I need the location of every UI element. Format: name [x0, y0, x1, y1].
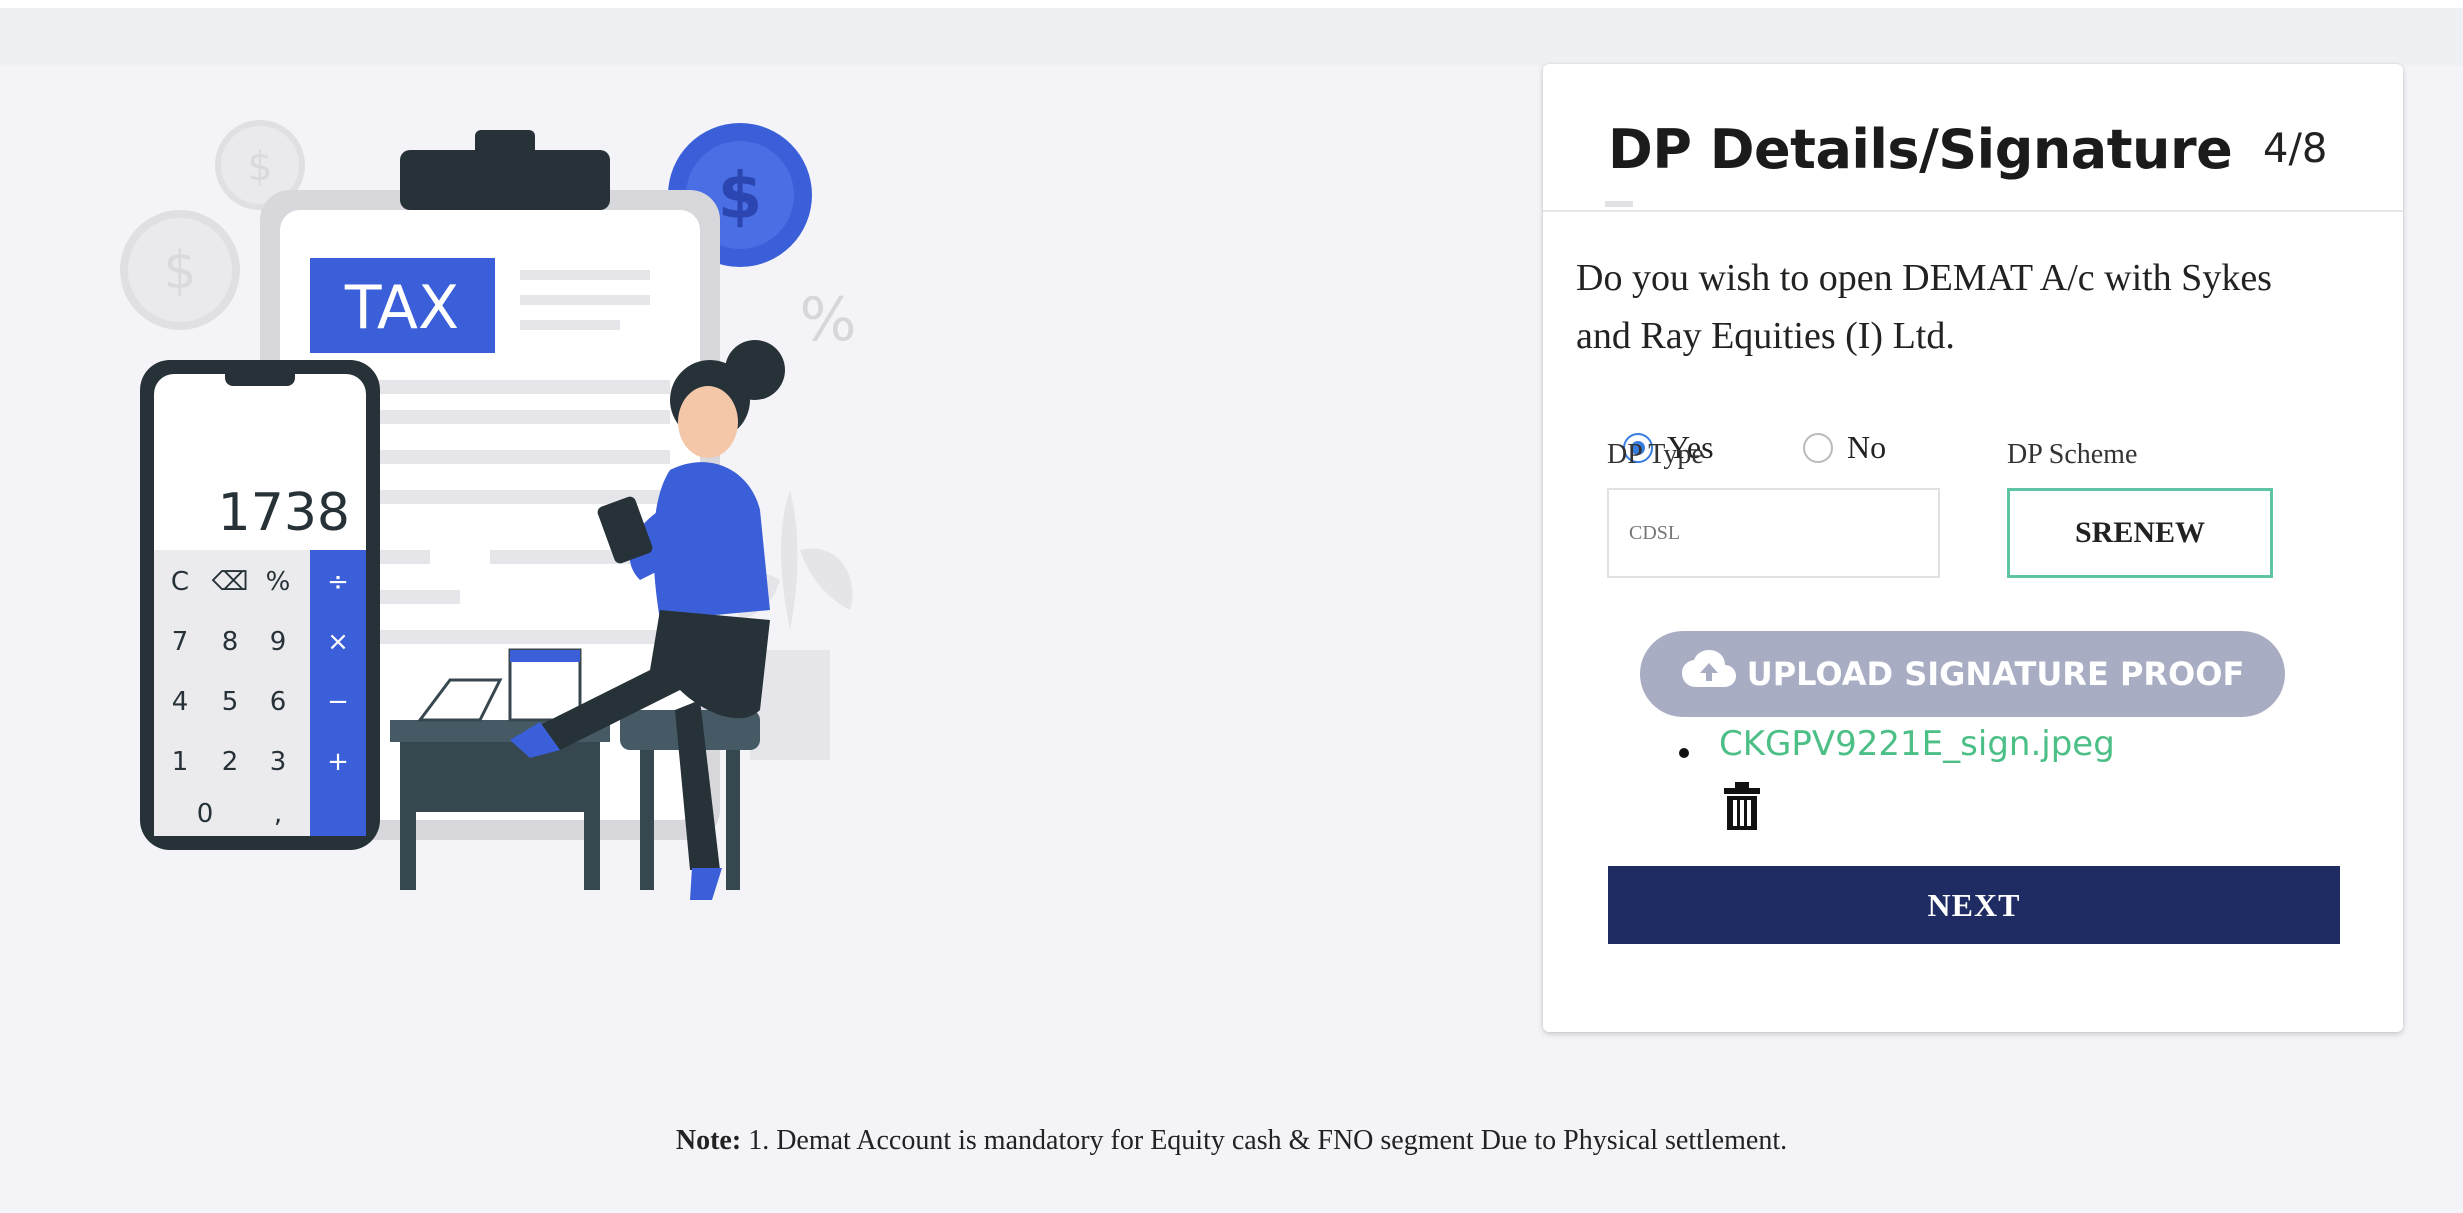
step-indicator: 4/8 — [2263, 126, 2328, 172]
svg-text:7: 7 — [172, 627, 189, 657]
footer-note: Note: 1. Demat Account is mandatory for … — [0, 1125, 2463, 1157]
card-header: DP Details/Signature 4/8 — [1543, 64, 2403, 212]
next-button[interactable]: NEXT — [1608, 866, 2340, 944]
uploaded-file-link[interactable]: CKGPV9221E_sign.jpeg — [1719, 724, 2115, 764]
svg-text:5: 5 — [222, 687, 239, 717]
svg-text:+: + — [327, 747, 349, 777]
svg-text:8: 8 — [222, 627, 239, 657]
svg-text:⌫: ⌫ — [212, 567, 249, 597]
title-underline — [1605, 201, 1633, 207]
svg-text:TAX: TAX — [344, 273, 459, 343]
dp-type-field[interactable]: CDSL — [1607, 488, 1940, 578]
top-edge — [0, 0, 2463, 8]
svg-text:1738: 1738 — [218, 483, 350, 543]
trash-icon[interactable] — [1723, 782, 1761, 830]
radio-no-label: No — [1847, 429, 1887, 465]
note-text: 1. Demat Account is mandatory for Equity… — [741, 1125, 1788, 1156]
svg-text:1: 1 — [172, 747, 189, 777]
svg-text:$: $ — [163, 241, 196, 301]
note-label: Note: — [675, 1125, 742, 1156]
svg-text:6: 6 — [270, 687, 287, 717]
svg-text:×: × — [327, 627, 349, 657]
svg-text:$: $ — [247, 144, 272, 190]
radio-no-circle[interactable] — [1803, 432, 1833, 463]
svg-text:%: % — [266, 567, 291, 597]
tax-illustration: $ $ $ % TAX 1738 C ⌫ % ÷ 7 8 9 × 4 5 6 −… — [120, 120, 857, 900]
svg-text:C: C — [171, 567, 189, 597]
calculator-phone-icon: 1738 C ⌫ % ÷ 7 8 9 × 4 5 6 − 1 2 3 + 0 , — [140, 360, 380, 850]
radio-no[interactable]: No — [1803, 429, 1886, 466]
list-bullet — [1679, 748, 1689, 758]
demat-question: Do you wish to open DEMAT A/c with Sykes… — [1576, 257, 2272, 357]
percent-icon: % — [799, 285, 856, 355]
svg-text:0: 0 — [197, 799, 214, 829]
coin-icon: $ — [120, 210, 240, 330]
svg-text:9: 9 — [270, 627, 287, 657]
page-title: DP Details/Signature — [1608, 118, 2233, 181]
dp-scheme-field[interactable]: SRENEW — [2007, 488, 2273, 578]
cloud-upload-icon — [1681, 650, 1736, 687]
svg-text:−: − — [327, 687, 349, 717]
dp-type-label: DP Type — [1607, 439, 1704, 470]
svg-text:÷: ÷ — [327, 567, 349, 597]
upload-signature-button[interactable]: UPLOAD SIGNATURE PROOF — [1640, 631, 2285, 717]
dp-details-card: DP Details/Signature 4/8 Do you wish to … — [1543, 64, 2403, 1032]
svg-text:,: , — [274, 799, 282, 829]
svg-text:4: 4 — [172, 687, 189, 717]
svg-text:$: $ — [718, 160, 763, 234]
svg-text:3: 3 — [270, 747, 287, 777]
dp-scheme-label: DP Scheme — [2007, 439, 2138, 470]
upload-signature-label: UPLOAD SIGNATURE PROOF — [1746, 655, 2245, 693]
svg-text:2: 2 — [222, 747, 239, 777]
top-bar — [0, 0, 2463, 66]
